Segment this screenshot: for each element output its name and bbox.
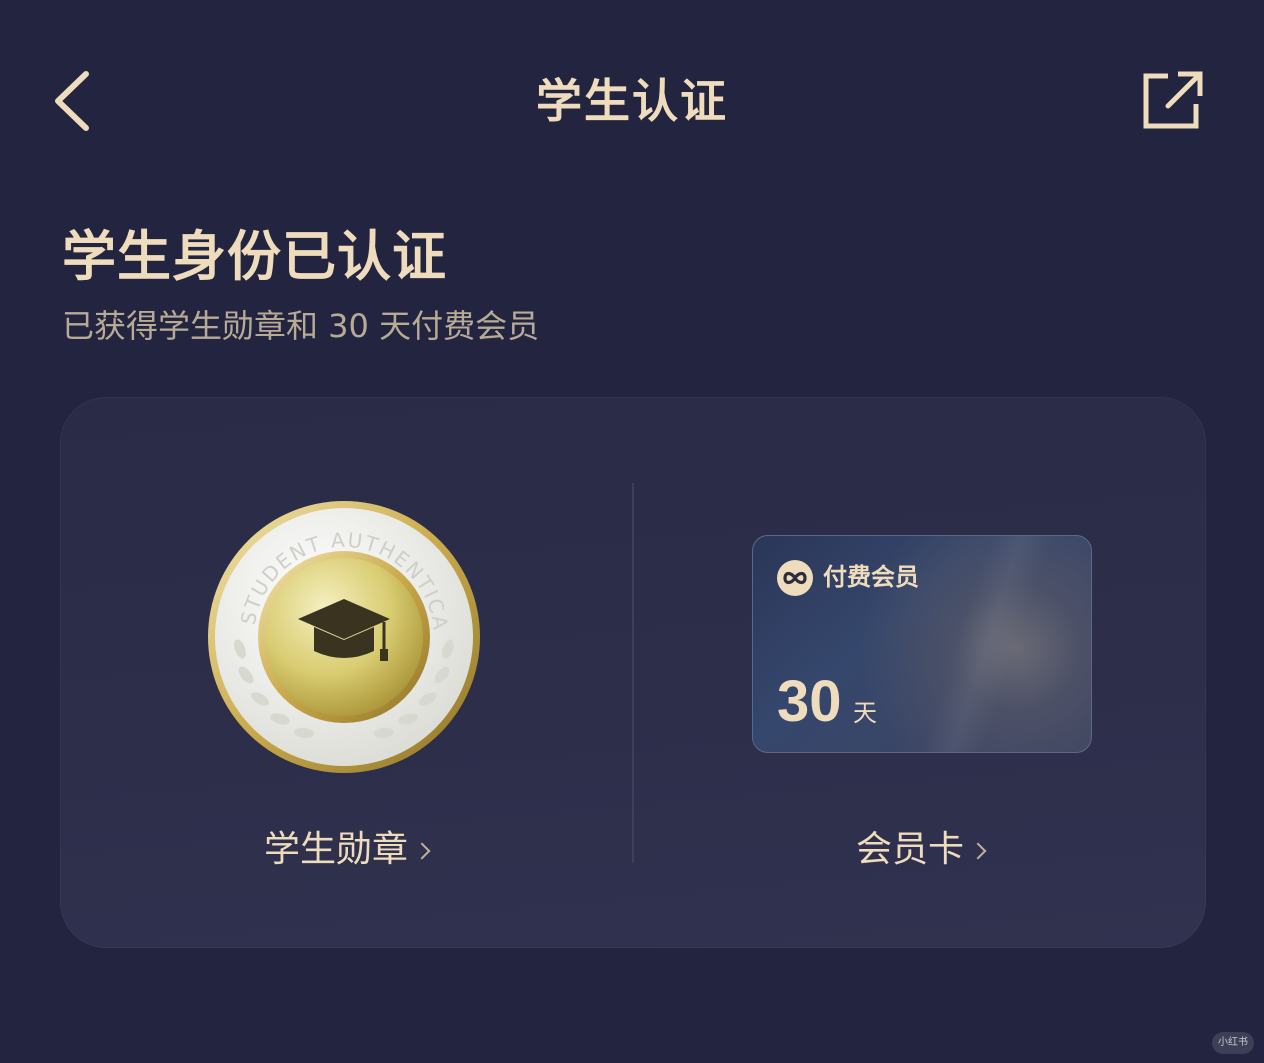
membership-days-unit: 天 — [853, 699, 877, 727]
status-heading: 学生身份已认证 — [62, 225, 447, 288]
badge-label: 学生勋章 — [263, 829, 408, 870]
watermark: 小红书 — [1212, 1032, 1254, 1054]
membership-label: 会员卡 — [855, 829, 964, 870]
student-badge[interactable]: STUDENT AUTHENTICA — [206, 499, 482, 775]
status-subtitle: 已获得学生勋章和 30 天付费会员 — [62, 307, 540, 345]
share-external-icon — [1143, 71, 1203, 129]
page-title: 学生认证 — [536, 74, 728, 128]
chevron-right-icon — [413, 842, 431, 860]
rewards-card: STUDENT AUTHENTICA 学生勋章 付费会员 30 天 会员卡 — [60, 397, 1206, 948]
membership-card[interactable]: 付费会员 30 天 — [752, 535, 1092, 753]
membership-link[interactable]: 会员卡 — [634, 825, 1206, 875]
badge-link[interactable]: 学生勋章 — [60, 825, 632, 875]
student-badge-medal: STUDENT AUTHENTICA — [208, 501, 480, 773]
share-button[interactable] — [1138, 66, 1208, 136]
membership-days: 30 — [777, 669, 842, 734]
card-divider — [632, 483, 634, 863]
nav-bar: 学生认证 — [0, 0, 1264, 200]
membership-card-title: 付费会员 — [823, 563, 919, 591]
chevron-right-icon — [969, 842, 987, 860]
infinity-icon — [777, 560, 813, 596]
